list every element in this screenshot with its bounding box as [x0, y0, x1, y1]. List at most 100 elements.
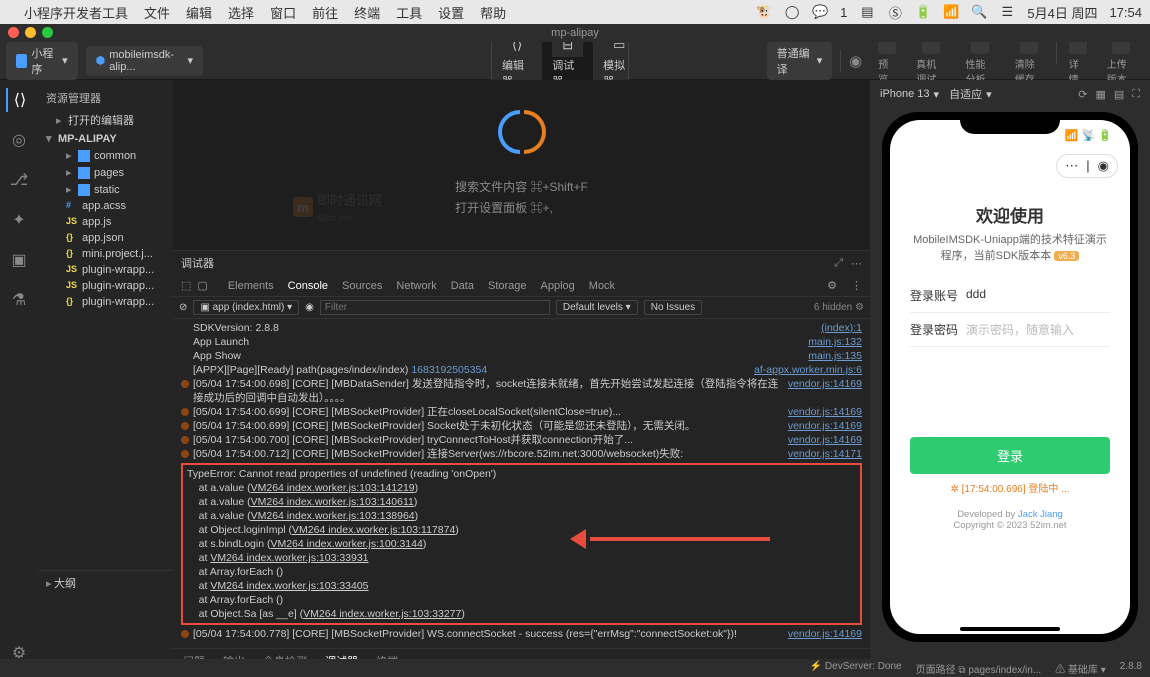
source-link[interactable]: vendor.js:14171 [788, 447, 862, 461]
file-row[interactable]: ▸static [38, 181, 173, 198]
context-selector[interactable]: ▣ app (index.html) ▾ [193, 300, 299, 315]
source-link[interactable]: af-appx.worker.min.js:6 [754, 363, 862, 377]
file-row[interactable]: {}app.json [38, 230, 173, 246]
scale-selector[interactable]: 自适应 ▾ [949, 86, 992, 102]
source-link[interactable]: (index):1 [821, 321, 862, 335]
compile-mode[interactable]: 普通编译 ▾ [767, 42, 833, 80]
maximize-window-button[interactable] [42, 27, 53, 38]
source-link[interactable]: vendor.js:14169 [788, 419, 862, 433]
file-row[interactable]: #app.acss [38, 198, 173, 214]
menu-edit[interactable]: 编辑 [186, 3, 212, 22]
source-link[interactable]: vendor.js:14169 [788, 405, 862, 419]
file-icon: ⬢ [96, 54, 106, 67]
close-window-button[interactable] [8, 27, 19, 38]
project-selector[interactable]: 小程序 ▾ [6, 42, 78, 80]
battery-icon[interactable]: 🔋 [915, 4, 931, 20]
menubar-time[interactable]: 17:54 [1109, 5, 1142, 20]
git-tab[interactable]: ⎇ [7, 168, 31, 192]
search-tab[interactable]: ◎ [7, 128, 31, 152]
more-icon[interactable]: ⋯ [851, 257, 862, 270]
tab-console[interactable]: Console [288, 280, 328, 292]
explorer-tab[interactable]: ⟨⟩ [6, 88, 30, 112]
wechat-icon[interactable]: 💬 [812, 4, 828, 20]
more-icon: ⋯ [1065, 158, 1078, 174]
minimize-window-button[interactable] [25, 27, 36, 38]
file-row[interactable]: {}plugin-wrapp... [38, 294, 173, 310]
file-selector[interactable]: ⬢ mobileimsdk-alip... ▾ [86, 46, 203, 76]
control-center-icon[interactable]: ☰ [999, 4, 1015, 20]
home-indicator [960, 627, 1060, 631]
circle-icon[interactable]: ◯ [784, 4, 800, 20]
source-link[interactable]: vendor.js:14169 [788, 627, 862, 641]
app-name[interactable]: 小程序开发者工具 [24, 3, 128, 22]
watermark: m 即时通讯网52im.net [293, 190, 382, 224]
tab-network[interactable]: Network [396, 280, 436, 292]
source-link[interactable]: vendor.js:14169 [788, 433, 862, 447]
gear-icon[interactable]: ⚙ [855, 302, 864, 313]
opened-editors[interactable]: ▸打开的编辑器 [38, 110, 173, 130]
file-row[interactable]: JSapp.js [38, 214, 173, 230]
extensions-tab[interactable]: ✦ [7, 208, 31, 232]
menu-window[interactable]: 窗口 [270, 3, 296, 22]
tab-elements[interactable]: Elements [228, 280, 274, 292]
tab-mock[interactable]: Mock [589, 280, 615, 292]
project-root[interactable]: ▾MP-ALIPAY [38, 130, 173, 147]
search-icon[interactable]: 🔍 [971, 4, 987, 20]
menu-select[interactable]: 选择 [228, 3, 254, 22]
file-row[interactable]: ▸common [38, 147, 173, 164]
baselib[interactable]: ⚠ 基础库 ▾ [1055, 661, 1106, 676]
file-row[interactable]: {}mini.project.j... [38, 246, 173, 262]
device-icon[interactable]: ▢ [197, 279, 207, 292]
page-title: 欢迎使用 [910, 202, 1110, 227]
statusbar: ⚡ DevServer: Done 页面路径 ⧉ pages/index/in.… [0, 659, 1150, 677]
expand-icon[interactable]: ⤢ [834, 257, 843, 270]
clear-console-icon[interactable]: ⊘ [179, 302, 187, 313]
flask-tab[interactable]: ⚗ [7, 288, 31, 312]
sogou-icon[interactable]: Ⓢ [887, 4, 903, 20]
menubar-date[interactable]: 5月4日 周四 [1027, 3, 1097, 22]
eye-icon[interactable]: ◉ [305, 302, 314, 313]
issues-button[interactable]: No Issues [644, 300, 702, 315]
devserver-status[interactable]: ⚡ DevServer: Done [810, 661, 902, 676]
cow-icon[interactable]: 🐮 [756, 4, 772, 20]
console-line: [05/04 17:54:00.700] [CORE] [MBSocketPro… [181, 433, 862, 447]
wifi-icon[interactable]: 📶 [943, 4, 959, 20]
login-input[interactable]: ddd [966, 287, 1110, 304]
file-row[interactable]: JSplugin-wrapp... [38, 278, 173, 294]
menu-help[interactable]: 帮助 [480, 3, 506, 22]
expand-icon[interactable]: ⛶ [1132, 88, 1140, 101]
file-row[interactable]: ▸pages [38, 164, 173, 181]
layout-icon[interactable]: ▤ [1114, 88, 1124, 101]
mini-program-capsule[interactable]: ⋯ | ◉ [1056, 154, 1118, 178]
file-row[interactable]: JSplugin-wrapp... [38, 262, 173, 278]
menu-go[interactable]: 前往 [312, 3, 338, 22]
password-input[interactable]: 演示密码，随意输入 [966, 321, 1110, 338]
refresh-icon[interactable]: ⟳ [1078, 88, 1087, 101]
menu-file[interactable]: 文件 [144, 3, 170, 22]
tab-storage[interactable]: Storage [488, 280, 527, 292]
menu-tools[interactable]: 工具 [396, 3, 422, 22]
menu-terminal[interactable]: 终端 [354, 3, 380, 22]
tray-icon[interactable]: ▤ [859, 4, 875, 20]
console-line: [05/04 17:54:00.778] [CORE] [MBSocketPro… [181, 627, 862, 641]
devtools-settings-icon[interactable]: ⚙ [827, 279, 837, 292]
console-output[interactable]: SDKVersion: 2.8.8(index):1App Launchmain… [173, 319, 870, 648]
device-selector[interactable]: iPhone 13 ▾ [880, 88, 939, 101]
menu-settings[interactable]: 设置 [438, 3, 464, 22]
tab-sources[interactable]: Sources [342, 280, 382, 292]
grid-icon[interactable]: ▦ [1095, 88, 1105, 101]
source-link[interactable]: main.js:132 [808, 335, 862, 349]
tab-data[interactable]: Data [451, 280, 474, 292]
filter-input[interactable] [320, 300, 550, 315]
compile-button[interactable]: ◉ [849, 52, 862, 70]
page-path[interactable]: 页面路径 ⧉ pages/index/in... [916, 661, 1042, 676]
source-link[interactable]: main.js:135 [808, 349, 862, 363]
cube-tab[interactable]: ▣ [7, 248, 31, 272]
devtools-more-icon[interactable]: ⋮ [851, 279, 862, 292]
levels-selector[interactable]: Default levels ▾ [556, 300, 638, 315]
outline-section[interactable]: ▸大纲 [38, 570, 173, 595]
inspect-icon[interactable]: ⬚ [181, 279, 191, 292]
source-link[interactable]: vendor.js:14169 [788, 377, 862, 405]
tab-applog[interactable]: Applog [541, 280, 575, 292]
login-button[interactable]: 登录 [910, 437, 1110, 474]
